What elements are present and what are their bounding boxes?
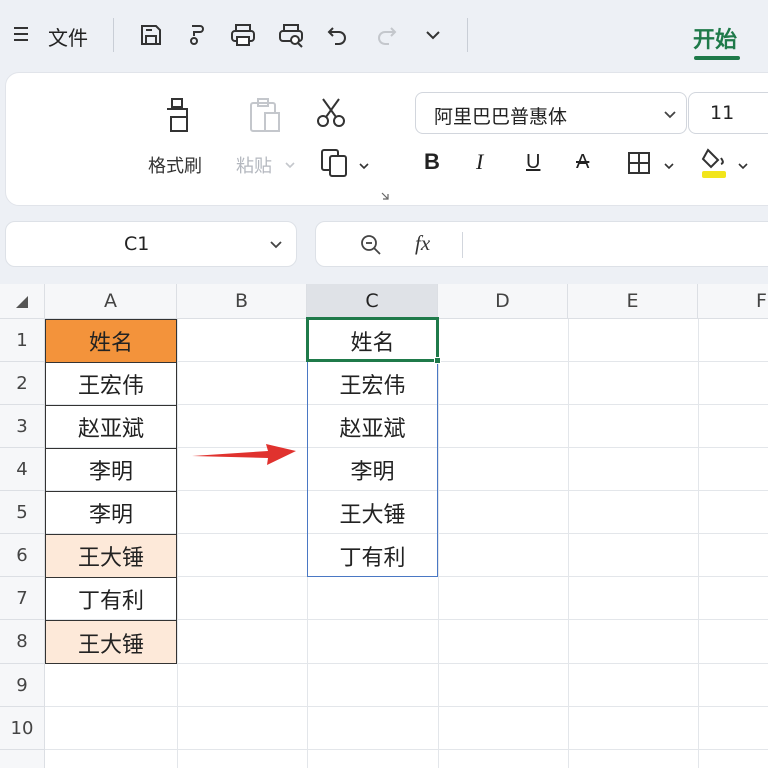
fill-handle[interactable] <box>434 357 441 364</box>
print-icon[interactable] <box>226 18 260 52</box>
underline-glyph: U <box>526 150 541 173</box>
file-menu[interactable]: 文件 <box>48 22 88 51</box>
menu-bar: 文件 开始 <box>0 0 768 72</box>
red-arrow-icon <box>192 444 296 465</box>
format-painter-button[interactable]: 格式刷 <box>148 152 202 178</box>
gridline <box>568 319 569 768</box>
zoom-formula-icon[interactable] <box>359 233 383 261</box>
active-cell-cursor <box>306 317 439 362</box>
redo-icon[interactable] <box>369 18 403 52</box>
paste-dropdown-icon[interactable] <box>284 156 296 175</box>
more-chevron-icon[interactable] <box>416 18 450 52</box>
borders-icon[interactable] <box>626 150 652 180</box>
main-menu-icon[interactable] <box>14 22 36 46</box>
strikethrough-button[interactable]: A <box>576 145 589 179</box>
gridline <box>177 319 178 768</box>
gridline <box>438 319 439 768</box>
row-header-4[interactable]: 4 <box>0 448 45 491</box>
toolbar-divider <box>467 18 468 52</box>
row-header-5[interactable]: 5 <box>0 491 45 534</box>
row-header-2[interactable]: 2 <box>0 362 45 405</box>
formula-bar[interactable]: fx <box>315 221 768 267</box>
borders-dropdown-icon[interactable] <box>663 157 675 176</box>
copy-icon[interactable] <box>318 146 352 184</box>
column-header-f[interactable]: F <box>698 284 768 319</box>
clipboard-group-launcher-icon[interactable] <box>380 186 390 205</box>
bold-button[interactable]: B <box>424 145 440 179</box>
font-name-value: 阿里巴巴普惠体 <box>434 106 568 128</box>
undo-icon[interactable] <box>321 18 355 52</box>
save-icon[interactable] <box>134 18 168 52</box>
copy-dropdown-icon[interactable] <box>358 157 370 176</box>
column-header-e[interactable]: E <box>568 284 698 319</box>
gridline <box>698 319 699 768</box>
tab-home[interactable]: 开始 <box>693 22 737 54</box>
row-header-7[interactable]: 7 <box>0 577 45 620</box>
bold-glyph: B <box>424 149 440 174</box>
chevron-down-icon <box>662 106 678 126</box>
cut-icon[interactable] <box>314 96 348 134</box>
underline-button[interactable]: U <box>526 145 540 179</box>
toolbar-divider <box>113 18 114 52</box>
print-preview-icon[interactable] <box>274 18 308 52</box>
row-header-6[interactable]: 6 <box>0 534 45 577</box>
row-header-11[interactable] <box>0 750 45 768</box>
font-name-select[interactable]: 阿里巴巴普惠体 <box>415 92 687 134</box>
gridline <box>45 749 768 750</box>
active-tab-indicator <box>694 56 740 60</box>
row-header-10[interactable]: 10 <box>0 707 45 750</box>
row-header-9[interactable]: 9 <box>0 664 45 707</box>
row-header-1[interactable]: 1 <box>0 319 45 362</box>
row-header-8[interactable]: 8 <box>0 620 45 664</box>
row-header-3[interactable]: 3 <box>0 405 45 448</box>
italic-button[interactable]: I <box>476 145 483 179</box>
italic-glyph: I <box>476 149 484 174</box>
chevron-down-icon[interactable] <box>268 236 284 256</box>
select-all-corner[interactable] <box>0 284 45 319</box>
column-header-b[interactable]: B <box>177 284 307 319</box>
name-box-value: C1 <box>124 233 150 255</box>
fill-color-icon[interactable] <box>700 144 730 184</box>
formula-divider <box>462 232 463 258</box>
font-size-value: 11 <box>710 102 735 124</box>
format-painter-large-icon[interactable] <box>160 95 200 139</box>
paste-icon <box>245 95 285 139</box>
fill-color-dropdown-icon[interactable] <box>737 157 749 176</box>
column-header-d[interactable]: D <box>438 284 568 319</box>
function-icon[interactable]: fx <box>415 231 430 256</box>
font-size-select[interactable]: 11 <box>688 92 768 134</box>
name-box[interactable]: C1 <box>5 221 297 267</box>
gridline <box>45 706 768 707</box>
spreadsheet-grid[interactable]: A B C D E F 1 2 3 4 5 6 7 8 9 10 姓名 王宏伟 … <box>0 284 768 768</box>
format-painter-icon[interactable] <box>180 18 214 52</box>
column-header-c[interactable]: C <box>307 284 438 319</box>
paste-button[interactable]: 粘贴 <box>236 152 272 178</box>
column-header-a[interactable]: A <box>45 284 177 319</box>
strikethrough-glyph: A <box>576 150 590 173</box>
source-range-border <box>45 319 177 664</box>
